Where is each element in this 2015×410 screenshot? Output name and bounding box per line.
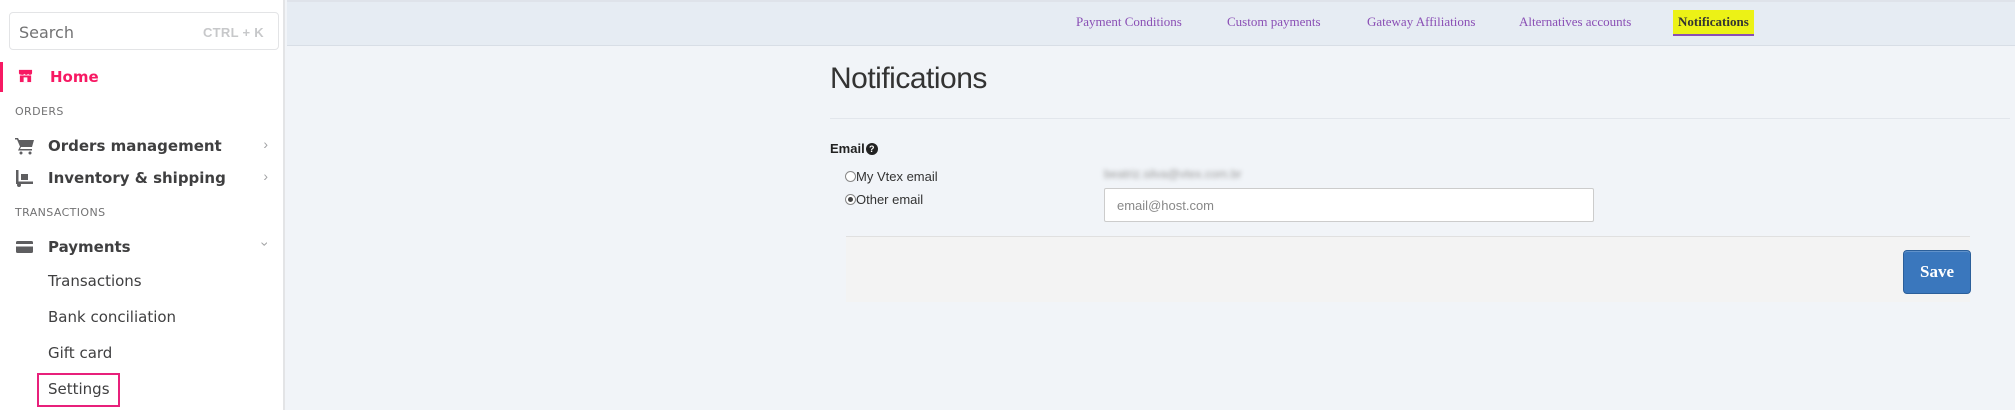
sidebar-subitem-gift-card[interactable]: Gift card <box>48 344 112 362</box>
sidebar-item-payments[interactable]: Payments › <box>0 234 283 260</box>
sidebar-subitem-bank-conciliation[interactable]: Bank conciliation <box>48 308 176 326</box>
sidebar: Search CTRL + K Home ORDERS Orders manag… <box>0 0 285 410</box>
radio-button[interactable] <box>845 171 856 182</box>
email-label: Email? <box>830 141 878 156</box>
divider <box>830 118 2010 119</box>
sidebar-item-label: Inventory & shipping <box>48 169 226 187</box>
card-icon <box>16 241 33 253</box>
radio-other-email[interactable]: Other email <box>845 192 923 207</box>
sidebar-item-orders-management[interactable]: Orders management › <box>0 133 283 159</box>
active-indicator <box>0 62 3 92</box>
page-title: Notifications <box>830 62 987 95</box>
tab-custom-payments[interactable]: Custom payments <box>1227 14 1321 30</box>
save-button[interactable]: Save <box>1903 250 1971 294</box>
tab-alternatives-accounts[interactable]: Alternatives accounts <box>1519 14 1631 30</box>
search-placeholder: Search <box>19 23 74 42</box>
section-orders: ORDERS <box>15 105 64 118</box>
sidebar-item-inventory-shipping[interactable]: Inventory & shipping › <box>0 165 283 191</box>
sidebar-item-label: Orders management <box>48 137 222 155</box>
sidebar-subitem-settings[interactable]: Settings <box>48 380 110 398</box>
email-label-text: Email <box>830 141 865 156</box>
other-email-field[interactable] <box>1104 188 1594 222</box>
radio-label: Other email <box>856 192 924 207</box>
tab-notifications[interactable]: Notifications <box>1673 10 1754 36</box>
radio-button-selected[interactable] <box>845 194 856 205</box>
search-input[interactable]: Search CTRL + K <box>9 12 279 50</box>
settings-tabs-bar: Payment Conditions Custom payments Gatew… <box>287 0 2015 46</box>
store-icon <box>18 69 33 83</box>
radio-my-vtex-email[interactable]: My Vtex email <box>845 169 938 184</box>
sidebar-subitem-transactions[interactable]: Transactions <box>48 272 142 290</box>
other-email-input[interactable] <box>1105 189 1593 221</box>
sidebar-item-label: Payments <box>48 238 131 256</box>
cart-icon <box>15 138 34 155</box>
sidebar-item-home[interactable]: Home <box>0 62 283 92</box>
vtex-email-value: beatriz.silva@vtex.com.br <box>1104 167 1242 181</box>
sidebar-item-label: Home <box>50 68 99 86</box>
chevron-down-icon: › <box>257 241 274 247</box>
dolly-icon <box>16 170 33 187</box>
search-shortcut-hint: CTRL + K <box>202 25 264 40</box>
chevron-right-icon: › <box>263 136 268 152</box>
tab-gateway-affiliations[interactable]: Gateway Affiliations <box>1367 14 1475 30</box>
radio-label: My Vtex email <box>856 169 938 184</box>
tab-payment-conditions[interactable]: Payment Conditions <box>1076 14 1182 30</box>
chevron-right-icon: › <box>263 168 268 184</box>
help-icon[interactable]: ? <box>865 143 878 155</box>
section-transactions: TRANSACTIONS <box>15 206 106 219</box>
form-footer <box>846 236 1970 302</box>
